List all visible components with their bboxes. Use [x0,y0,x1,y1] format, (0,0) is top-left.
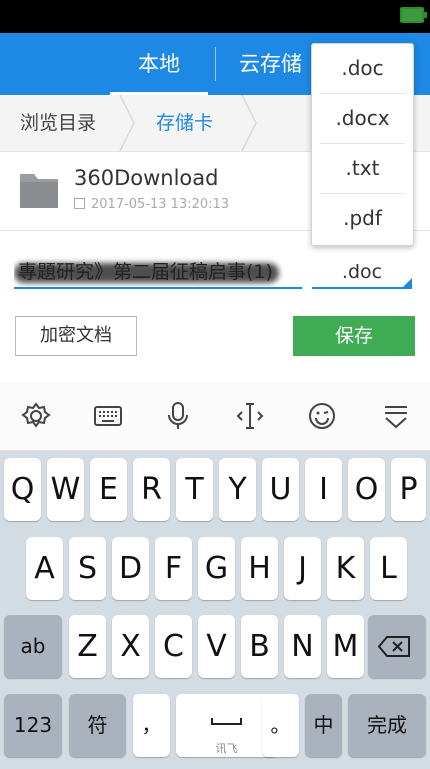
key-t[interactable]: T [176,458,213,521]
key-u[interactable]: U [262,458,299,521]
key-k[interactable]: K [327,537,364,600]
breadcrumb-current[interactable]: 存储卡 [156,95,213,151]
tab-cloud[interactable]: 云存储 [225,33,311,95]
key-x[interactable]: X [112,615,149,678]
key-c[interactable]: C [155,615,192,678]
key-r[interactable]: R [133,458,170,521]
key-y[interactable]: Y [219,458,256,521]
dropdown-option-txt[interactable]: .txt [320,144,405,194]
backspace-icon [377,636,410,657]
extension-dropdown: .doc .docx .txt .pdf [311,43,414,246]
emoji-icon[interactable] [306,400,338,432]
chinese-toggle-key[interactable]: 中 [305,694,342,757]
key-s[interactable]: S [69,537,106,600]
key-a[interactable]: A [26,537,63,600]
save-panel: 專題研究》第二届征稿启事(1) .doc 加密文档 保存 [0,230,430,383]
key-o[interactable]: O [348,458,385,521]
key-m[interactable]: M [327,615,364,678]
key-l[interactable]: L [370,537,407,600]
key-i[interactable]: I [305,458,342,521]
done-key[interactable]: 完成 [348,694,426,757]
tab-divider [215,47,216,81]
filename-text: 專題研究》第二届征稿启事(1) [18,261,273,283]
key-f[interactable]: F [155,537,192,600]
key-b[interactable]: B [241,615,278,678]
dropdown-option-pdf[interactable]: .pdf [320,194,405,243]
key-q[interactable]: Q [4,458,41,521]
key-d[interactable]: D [112,537,149,600]
hide-keyboard-icon[interactable] [380,400,412,432]
folder-icon [20,174,58,208]
status-bar [0,0,430,33]
keyboard-toolbar [0,382,430,451]
chevron-right-icon [119,95,135,151]
breadcrumb-root[interactable]: 浏览目录 [20,95,96,151]
keyboard-icon[interactable] [92,400,124,432]
keyboard: Q W E R T Y U I O P A S D F G H J K L ab… [0,451,430,769]
tab-local[interactable]: 本地 [110,33,208,95]
shift-key[interactable]: ab [4,615,62,678]
key-e[interactable]: E [90,458,127,521]
extension-value: .doc [341,261,383,283]
cursor-move-icon[interactable] [234,400,266,432]
chevron-right-icon [241,95,257,151]
filename-input[interactable]: 專題研究》第二届征稿启事(1) [14,257,302,289]
comma-key[interactable]: ， [133,694,170,757]
period-key[interactable]: 。 [262,694,299,757]
file-date: 2017-05-13 13:20:13 [74,197,229,212]
battery-icon [400,7,427,23]
key-j[interactable]: J [284,537,321,600]
backspace-key[interactable] [368,615,426,678]
encrypt-button[interactable]: 加密文档 [15,316,137,356]
key-z[interactable]: Z [69,615,106,678]
dropdown-option-docx[interactable]: .docx [320,94,405,144]
key-p[interactable]: P [391,458,426,521]
microphone-icon[interactable] [162,400,194,432]
numbers-key[interactable]: 123 [4,694,62,757]
extension-select[interactable]: .doc [312,257,412,289]
file-name: 360Download [74,166,219,190]
tab-cloud-label: 云存储 [239,52,302,76]
key-n[interactable]: N [284,615,321,678]
gear-icon[interactable] [20,400,52,432]
dropdown-option-doc[interactable]: .doc [320,44,405,94]
key-h[interactable]: H [241,537,278,600]
key-v[interactable]: V [198,615,235,678]
dropdown-corner-icon [403,278,412,287]
save-button[interactable]: 保存 [293,316,415,356]
file-date-text: 2017-05-13 13:20:13 [91,197,230,212]
calendar-icon [74,198,85,209]
key-w[interactable]: W [47,458,84,521]
symbols-key[interactable]: 符 [69,694,126,757]
tab-local-label: 本地 [138,52,180,76]
key-g[interactable]: G [198,537,235,600]
